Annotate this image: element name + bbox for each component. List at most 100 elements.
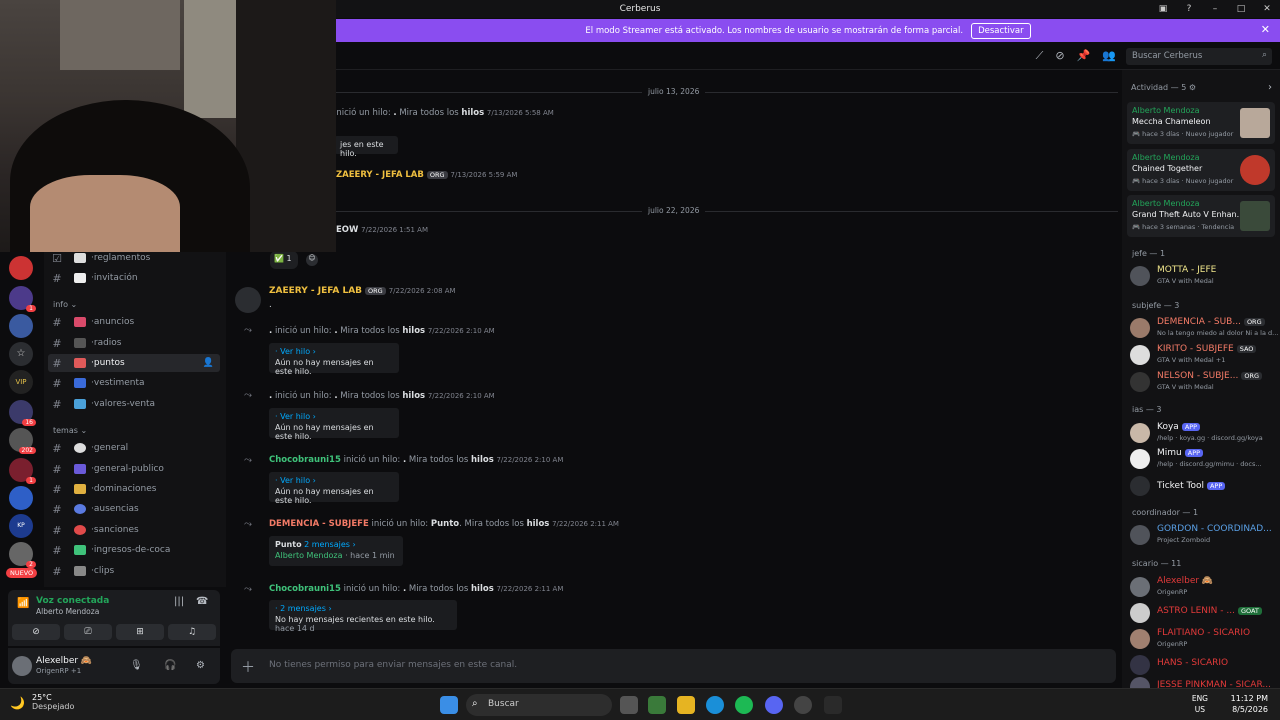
server-icon[interactable]: 2 — [9, 542, 36, 568]
member-item[interactable]: GORDON - COORDINAD... Project Zomboid — [1130, 522, 1278, 548]
app-icon[interactable] — [824, 696, 842, 714]
language-indicator[interactable]: ENG US — [1192, 693, 1208, 715]
activities-button[interactable]: ⊞ — [116, 624, 164, 640]
avatar — [1130, 318, 1150, 338]
minimize-icon[interactable]: – — [1202, 4, 1228, 14]
member-item[interactable]: Mimu APP /help · discord.gg/mimu · docs..… — [1130, 446, 1278, 472]
microphone-icon[interactable]: 🎙 — [130, 660, 143, 671]
weather-widget[interactable]: 🌙 25°C Despejado — [10, 693, 74, 711]
soundboard-button[interactable]: ♫ — [168, 624, 216, 640]
invite-icon[interactable]: 👤 — [203, 358, 214, 368]
messages-count-link[interactable]: 2 mensajes › — [304, 540, 356, 549]
server-icon[interactable]: VIP — [9, 370, 33, 394]
category-temas[interactable]: temas ⌄ — [53, 426, 87, 435]
task-view-icon[interactable] — [620, 696, 638, 714]
speech-icon — [74, 443, 86, 453]
taskbar-search[interactable]: ⌕ Buscar — [466, 694, 612, 716]
channel-anuncios[interactable]: # · anuncios — [48, 313, 220, 331]
server-icon[interactable]: 1 — [9, 458, 36, 484]
discord-icon[interactable] — [765, 696, 783, 714]
members-icon[interactable]: 👥 — [1102, 49, 1116, 63]
thread-preview[interactable]: · Ver hilo › Aún no hay mensajes en este… — [269, 472, 399, 505]
channel-vestimenta[interactable]: # · vestimenta — [48, 374, 220, 392]
activity-card[interactable]: Alberto Mendoza Grand Theft Auto V Enhan… — [1127, 195, 1275, 237]
disconnect-icon[interactable]: ☎ — [196, 596, 208, 607]
spotify-icon[interactable] — [735, 696, 753, 714]
channel-sanciones[interactable]: # · sanciones — [48, 521, 220, 539]
member-item[interactable]: ASTRO LENIN - ... GOAT — [1130, 600, 1278, 626]
gear-icon[interactable]: ⚙ — [196, 660, 205, 671]
member-item[interactable]: Alexelber 🙈 OrigenRP — [1130, 574, 1278, 600]
reaction-button[interactable]: ✅ 1 — [270, 251, 298, 269]
channel-puntos[interactable]: # · puntos 👤 — [48, 354, 220, 372]
mute-icon[interactable]: ⊘ — [1055, 49, 1064, 63]
thread-preview[interactable]: Punto 2 mensajes › Alberto Mendoza · hac… — [269, 536, 403, 566]
member-item[interactable]: FLAITIANO - SICARIO OrigenRP — [1130, 626, 1278, 652]
member-item[interactable]: NELSON - SUBJE... ORG GTA V with Medal — [1130, 369, 1278, 395]
messages-count-link[interactable]: · 2 mensajes › — [275, 604, 451, 613]
server-icon[interactable]: 202 — [9, 428, 36, 454]
member-item[interactable]: MOTTA - JEFE GTA V with Medal — [1130, 263, 1278, 289]
member-item[interactable]: Ticket Tool APP — [1130, 473, 1278, 499]
avatar[interactable] — [12, 656, 32, 676]
channel-valores-venta[interactable]: # · valores-venta — [48, 395, 220, 413]
plus-icon[interactable]: ＋ — [241, 657, 255, 677]
activity-card[interactable]: Alberto Mendoza Chained Together 🎮 hace … — [1127, 149, 1275, 191]
noise-suppression-icon[interactable]: ||| — [174, 596, 184, 607]
member-item[interactable]: DEMENCIA - SUB... ORG No la tengo miedo a… — [1130, 315, 1278, 341]
edge-icon[interactable] — [706, 696, 724, 714]
threads-icon[interactable]: ⟋ — [1036, 49, 1044, 63]
game-thumbnail — [1240, 108, 1270, 138]
member-item[interactable]: JESSE PINKMAN - SICAR... — [1130, 674, 1278, 688]
search-input[interactable]: Buscar Cerberus ⌕ — [1126, 48, 1272, 65]
category-info[interactable]: info ⌄ — [53, 300, 77, 309]
thread-preview[interactable]: · 2 mensajes › No hay mensajes recientes… — [269, 600, 457, 633]
view-thread-link[interactable]: · Ver hilo › — [275, 476, 393, 485]
activity-card[interactable]: Alberto Mendoza Meccha Chameleon 🎮 hace … — [1127, 102, 1275, 144]
help-icon[interactable]: ? — [1176, 4, 1202, 14]
headphones-icon[interactable]: 🎧 — [164, 660, 176, 671]
channel-general-publico[interactable]: # · general-publico — [48, 460, 220, 478]
pin-icon[interactable]: 📌 — [1077, 49, 1091, 63]
chevron-right-icon[interactable]: › — [1268, 82, 1272, 93]
thread-preview[interactable]: · Ver hilo › Aún no hay mensajes en este… — [269, 408, 399, 441]
app-icon[interactable] — [794, 696, 812, 714]
screen-share-button[interactable]: ⎚ — [64, 624, 112, 640]
role-group: coordinador — 1 — [1132, 508, 1199, 517]
maximize-icon[interactable]: □ — [1228, 4, 1254, 14]
banner-close-icon[interactable]: ✕ — [1261, 23, 1270, 36]
star-icon[interactable]: ☆ — [9, 342, 33, 366]
server-icon[interactable] — [9, 486, 33, 510]
thread-preview[interactable]: · Ver hilo › Aún no hay mensajes en este… — [269, 343, 399, 376]
inbox-icon[interactable]: ▣ — [1150, 4, 1176, 14]
channel-ausencias[interactable]: # · ausencias — [48, 500, 220, 518]
member-item[interactable]: Koya APP /help · koya.gg · discord.gg/koy… — [1130, 420, 1278, 446]
video-off-button[interactable]: ⊘ — [12, 624, 60, 640]
server-icon[interactable]: 1 — [9, 286, 36, 312]
emoji-icon — [74, 399, 86, 409]
server-icon[interactable]: 16 — [9, 400, 36, 426]
channel-radios[interactable]: # · radios — [48, 334, 220, 352]
thread-preview[interactable]: jes en este hilo. — [334, 136, 398, 158]
store-icon[interactable] — [648, 696, 666, 714]
file-explorer-icon[interactable] — [677, 696, 695, 714]
channel-dominaciones[interactable]: # · dominaciones — [48, 480, 220, 498]
channel-ingresos-de-coca[interactable]: # · ingresos-de-coca — [48, 541, 220, 559]
message-list[interactable]: julio 13, 2026 inició un hilo: . Mira to… — [230, 70, 1120, 648]
view-thread-link[interactable]: · Ver hilo › — [275, 412, 393, 421]
server-icon[interactable] — [9, 256, 33, 280]
channel-invitacion[interactable]: # · invitación — [48, 269, 220, 287]
channel-general[interactable]: # · general — [48, 439, 220, 457]
add-reaction-icon[interactable]: ☺ — [306, 254, 318, 266]
avatar[interactable] — [235, 287, 261, 313]
view-thread-link[interactable]: · Ver hilo › — [275, 347, 393, 356]
server-icon[interactable] — [9, 314, 33, 338]
start-icon[interactable] — [440, 696, 458, 714]
channel-clips[interactable]: # · clips — [48, 562, 220, 580]
deactivate-button[interactable]: Desactivar — [971, 22, 1031, 39]
member-item[interactable]: KIRITO - SUBJEFE SAO GTA V with Medal +1 — [1130, 342, 1278, 368]
close-icon[interactable]: ✕ — [1254, 4, 1280, 14]
message-composer[interactable]: ＋ No tienes permiso para enviar mensajes… — [231, 649, 1116, 683]
server-icon[interactable]: KP — [9, 514, 33, 538]
clock[interactable]: 11:12 PM 8/5/2026 — [1231, 693, 1268, 715]
